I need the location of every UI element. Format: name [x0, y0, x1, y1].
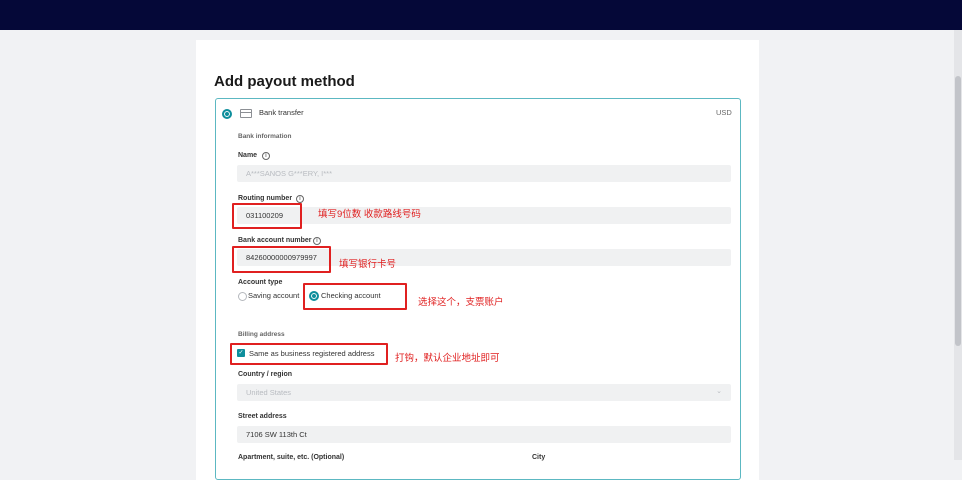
method-label: Bank transfer: [259, 108, 304, 117]
saving-radio-icon[interactable]: [238, 292, 247, 301]
chevron-down-icon: ⌄: [716, 388, 722, 395]
annotation-note-billing: 打钩，默认企业地址即可: [395, 353, 500, 364]
bank-info-heading: Bank information: [238, 133, 292, 140]
info-icon: i: [262, 152, 270, 160]
name-value: A***SANOS G***ERY, I***: [246, 169, 333, 178]
bank-card-icon: [240, 109, 252, 118]
payout-method-option[interactable]: [215, 98, 741, 480]
country-label: Country / region: [238, 371, 293, 378]
country-select: United States ⌄: [237, 384, 731, 401]
method-radio-selected-icon[interactable]: [222, 109, 232, 119]
annotation-note-account-type: 选择这个，支票账户: [418, 297, 504, 308]
street-address-input[interactable]: 7106 SW 113th Ct: [237, 426, 731, 443]
page-scrollbar[interactable]: [954, 30, 962, 460]
saving-account-option[interactable]: Saving account: [248, 291, 299, 300]
scrollbar-thumb[interactable]: [955, 76, 961, 346]
annotation-box-account: [232, 246, 331, 273]
name-label: Name: [238, 152, 258, 159]
annotation-note-account: 填写银行卡号: [339, 259, 397, 270]
info-icon: i: [296, 195, 304, 203]
routing-label: Routing number: [238, 195, 293, 202]
account-number-label: Bank account number: [238, 237, 312, 244]
currency-label: USD: [716, 108, 732, 117]
billing-address-heading: Billing address: [238, 331, 285, 338]
info-icon: i: [313, 237, 321, 245]
account-type-label: Account type: [238, 279, 283, 286]
page-title: Add payout method: [214, 73, 355, 90]
street-value: 7106 SW 113th Ct: [246, 430, 307, 439]
annotation-box-account-type: [303, 283, 407, 310]
name-field: A***SANOS G***ERY, I***: [237, 165, 731, 182]
annotation-box-routing: [232, 203, 302, 229]
routing-number-input[interactable]: 031100209: [237, 207, 731, 224]
country-value: United States: [246, 388, 292, 397]
top-navigation-bar: [0, 0, 962, 30]
annotation-box-billing: [230, 343, 388, 365]
annotation-note-routing: 填写9位数 收款路线号码: [318, 209, 421, 220]
street-label: Street address: [238, 413, 287, 420]
